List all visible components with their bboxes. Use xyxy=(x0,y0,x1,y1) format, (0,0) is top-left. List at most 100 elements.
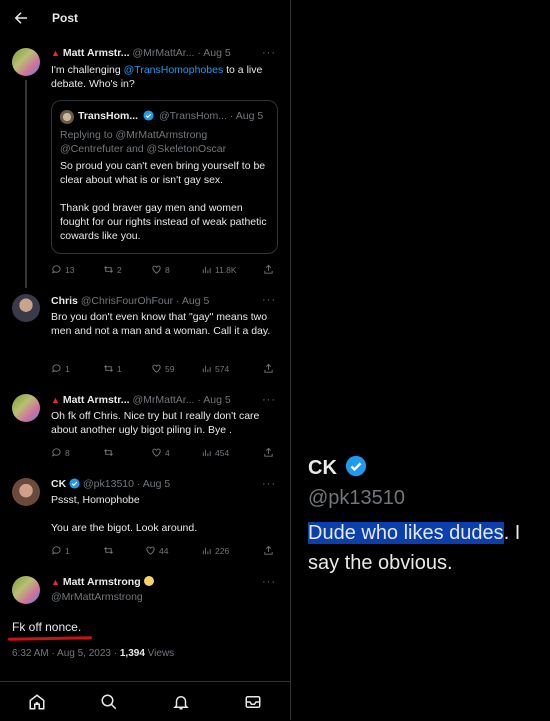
profile-handle: @pk13510 xyxy=(308,487,406,509)
avatar[interactable] xyxy=(12,294,40,322)
back-arrow-icon[interactable] xyxy=(12,9,30,27)
views-button[interactable]: 226 xyxy=(201,545,229,556)
repost-icon xyxy=(104,547,113,554)
author-handle[interactable]: @pk13510 xyxy=(83,478,134,490)
share-button[interactable] xyxy=(263,363,274,374)
like-button[interactable]: 59 xyxy=(151,363,174,374)
top-bar: Post xyxy=(0,0,290,38)
page-title: Post xyxy=(52,11,79,25)
share-icon xyxy=(264,264,273,274)
author-name[interactable]: CK xyxy=(51,478,66,490)
avatar[interactable] xyxy=(12,576,40,604)
avatar[interactable] xyxy=(12,478,40,506)
tweet-text: Oh fk off Chris. Nice try but I really d… xyxy=(51,410,260,436)
author-handle[interactable]: @MrMattAr... xyxy=(132,394,194,406)
views-icon xyxy=(202,449,211,457)
share-button[interactable] xyxy=(263,264,274,275)
author-name[interactable]: Chris xyxy=(51,295,78,307)
share-button[interactable] xyxy=(263,447,274,458)
share-button[interactable] xyxy=(263,545,274,556)
quoted-tweet[interactable]: TransHom... @TransHom... · Aug 5 Replyin… xyxy=(51,100,278,254)
verified-icon xyxy=(346,455,367,477)
more-options-icon[interactable]: ··· xyxy=(262,576,276,588)
like-button[interactable]: 8 xyxy=(151,264,170,275)
views-button[interactable]: 454 xyxy=(201,447,229,458)
author-handle[interactable]: @ChrisFourOhFour xyxy=(81,295,173,307)
tweet-ck[interactable]: CK @pk13510 · Aug 5 ··· Pssst, Homophobe… xyxy=(0,474,290,564)
post-meta: 6:32 AM · Aug 5, 2023 · 1,394 Views xyxy=(12,648,175,659)
search-icon[interactable] xyxy=(100,693,118,711)
like-icon xyxy=(152,364,161,373)
thread-line xyxy=(25,80,27,288)
more-options-icon[interactable]: ··· xyxy=(262,47,276,59)
post-timestamp[interactable]: 6:32 AM · Aug 5, 2023 · xyxy=(12,648,120,659)
mention-link[interactable]: @TransHomophobes xyxy=(124,64,224,76)
home-icon[interactable] xyxy=(28,693,46,711)
reply-icon xyxy=(52,364,61,373)
triangle-icon: ▲ xyxy=(51,48,60,58)
like-button[interactable]: 4 xyxy=(151,447,170,458)
post-text: Fk off nonce. xyxy=(12,620,82,634)
tweet-actions: 13 2 8 11.8K xyxy=(51,264,276,278)
like-button[interactable]: 44 xyxy=(145,545,168,556)
tweet-header: Chris @ChrisFourOhFour · Aug 5 xyxy=(51,295,280,307)
highlighted-bio-text: Dude who likes dudes xyxy=(308,522,504,544)
author-handle[interactable]: @MrMattAr... xyxy=(132,47,194,59)
tweet-text: Pssst, Homophobe You are the bigot. Look… xyxy=(51,494,198,534)
author-name[interactable]: Matt Armstr... xyxy=(63,47,130,59)
views-button[interactable]: 11.8K xyxy=(201,264,237,275)
avatar[interactable] xyxy=(12,394,40,422)
tweet-date[interactable]: · Aug 5 xyxy=(137,478,170,490)
share-icon xyxy=(264,545,273,555)
share-icon xyxy=(264,363,273,373)
main-post: ▲ Matt Armstrong @MrMattArmstrong ··· Fk… xyxy=(0,572,290,672)
quote-text: So proud you can't even bring yourself t… xyxy=(60,160,267,242)
profile-bio-line1: Dude who likes dudes. I xyxy=(308,522,521,544)
reply-icon xyxy=(52,448,61,457)
reply-button[interactable]: 1 xyxy=(51,363,70,374)
tweet-matt-2[interactable]: ▲ Matt Armstr... @MrMattAr... · Aug 5 ··… xyxy=(0,390,290,466)
author-name[interactable]: Matt Armstrong xyxy=(63,576,141,588)
tweet-date[interactable]: · Aug 5 xyxy=(176,295,209,307)
triangle-icon: ▲ xyxy=(51,577,60,587)
repost-button[interactable] xyxy=(103,545,117,556)
tweet-actions: 1 44 226 xyxy=(51,545,276,559)
messages-icon[interactable] xyxy=(244,693,262,711)
tweet-date[interactable]: · Aug 5 xyxy=(197,394,230,406)
more-options-icon[interactable]: ··· xyxy=(262,294,276,306)
views-button[interactable]: 574 xyxy=(201,363,229,374)
reply-button[interactable]: 8 xyxy=(51,447,70,458)
tweet-header: CK @pk13510 · Aug 5 xyxy=(51,478,280,490)
repost-button[interactable]: 1 xyxy=(103,363,122,374)
profile-name: CK xyxy=(308,455,367,480)
reply-icon xyxy=(52,265,61,274)
notifications-icon[interactable] xyxy=(172,693,190,711)
reply-button[interactable]: 13 xyxy=(51,264,74,275)
views-icon xyxy=(202,266,211,274)
repost-icon xyxy=(104,365,113,372)
like-icon xyxy=(152,448,161,457)
quote-avatar xyxy=(60,110,74,124)
avatar[interactable] xyxy=(12,48,40,76)
tweet-header: ▲ Matt Armstr... @MrMattAr... · Aug 5 xyxy=(51,394,280,406)
repost-button[interactable]: 2 xyxy=(103,264,122,275)
reply-context: Replying to @MrMattArmstrong @Centrefute… xyxy=(60,129,227,155)
like-icon xyxy=(146,546,155,555)
author-handle[interactable]: @MrMattArmstrong xyxy=(51,591,143,603)
profile-bio-line2: say the obvious. xyxy=(308,552,453,574)
conversation-column: Post ▲ Matt Armstr... @MrMattAr... · Aug… xyxy=(0,0,291,720)
repost-icon xyxy=(104,449,113,456)
verified-icon xyxy=(69,478,80,489)
reply-icon xyxy=(52,546,61,555)
reply-button[interactable]: 1 xyxy=(51,545,70,556)
tweet-chris[interactable]: Chris @ChrisFourOhFour · Aug 5 ··· Bro y… xyxy=(0,290,290,382)
tweet-date[interactable]: · Aug 5 xyxy=(197,47,230,59)
post-header: ▲ Matt Armstrong xyxy=(51,576,280,588)
more-options-icon[interactable]: ··· xyxy=(262,478,276,490)
more-options-icon[interactable]: ··· xyxy=(262,394,276,406)
author-name[interactable]: Matt Armstr... xyxy=(63,394,130,406)
repost-button[interactable] xyxy=(103,447,117,458)
tweet-actions: 8 4 454 xyxy=(51,447,276,461)
tweet-matt-1[interactable]: ▲ Matt Armstr... @MrMattAr... · Aug 5 ··… xyxy=(0,44,290,288)
like-icon xyxy=(152,265,161,274)
